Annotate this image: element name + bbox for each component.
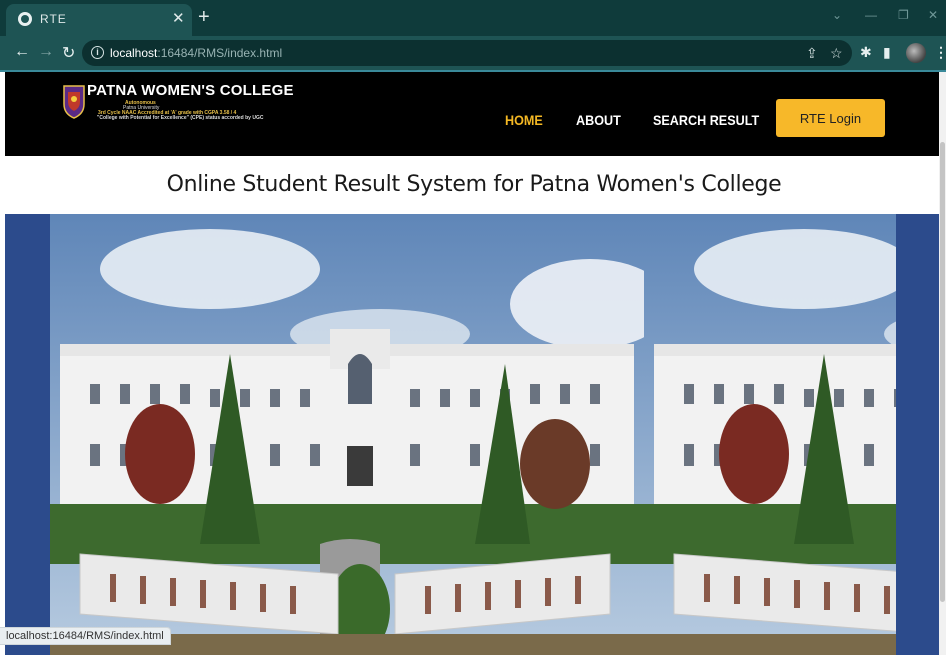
- maximize-button[interactable]: ❐: [898, 8, 909, 22]
- url-path: :16484/RMS/index.html: [157, 46, 283, 60]
- site-header: PATNA WOMEN'S COLLEGE Autonomous Patna U…: [5, 72, 943, 156]
- profile-avatar[interactable]: [906, 43, 926, 63]
- nav-about[interactable]: ABOUT: [576, 112, 621, 128]
- back-icon[interactable]: ←: [14, 43, 30, 61]
- new-tab-button[interactable]: +: [198, 6, 210, 29]
- minimize-button[interactable]: —: [865, 8, 877, 22]
- campus-banner: [5, 214, 943, 655]
- web-page: PATNA WOMEN'S COLLEGE Autonomous Patna U…: [5, 72, 943, 655]
- url-host: localhost: [110, 46, 158, 60]
- tab-rte[interactable]: RTE ✕: [6, 4, 192, 36]
- address-bar[interactable]: i localhost:16484/RMS/index.html ⇪ ☆: [82, 40, 852, 66]
- college-crest-icon: [63, 85, 85, 119]
- rte-login-button[interactable]: RTE Login: [776, 99, 885, 137]
- logo-cpe: "College with Potential for Excellence" …: [97, 115, 264, 121]
- globe-icon: [18, 12, 32, 26]
- extensions-icon[interactable]: ✱: [860, 44, 872, 61]
- page-title: Online Student Result System for Patna W…: [166, 172, 782, 197]
- tab-strip: RTE ✕ + ⌄ — ❐ ✕: [0, 0, 946, 36]
- reload-icon[interactable]: ↻: [62, 43, 75, 63]
- side-panel-icon[interactable]: ▮: [883, 44, 891, 61]
- url-text: localhost:16484/RMS/index.html: [110, 46, 282, 60]
- close-window-button[interactable]: ✕: [928, 8, 938, 22]
- nav-home[interactable]: HOME: [505, 112, 543, 128]
- browser-window: RTE ✕ + ⌄ — ❐ ✕ ← → ↻ i localhost:16484/…: [0, 0, 946, 655]
- tab-title: RTE: [40, 12, 67, 26]
- close-tab-icon[interactable]: ✕: [172, 9, 185, 27]
- college-name: PATNA WOMEN'S COLLEGE: [87, 82, 294, 99]
- site-info-icon[interactable]: i: [91, 46, 104, 59]
- forward-icon[interactable]: →: [38, 43, 54, 61]
- nav-search-result[interactable]: SEARCH RESULT: [653, 112, 759, 128]
- share-icon[interactable]: ⇪: [806, 45, 818, 62]
- tab-search-icon[interactable]: ⌄: [832, 8, 842, 22]
- bookmark-star-icon[interactable]: ☆: [830, 45, 843, 62]
- campus-photo: [50, 214, 896, 655]
- link-status-bar: localhost:16484/RMS/index.html: [0, 627, 171, 645]
- page-scrollbar[interactable]: [939, 72, 946, 655]
- browser-menu-icon[interactable]: ⋮: [934, 44, 946, 61]
- scrollbar-thumb[interactable]: [940, 142, 945, 602]
- browser-toolbar: ← → ↻ i localhost:16484/RMS/index.html ⇪…: [0, 36, 946, 70]
